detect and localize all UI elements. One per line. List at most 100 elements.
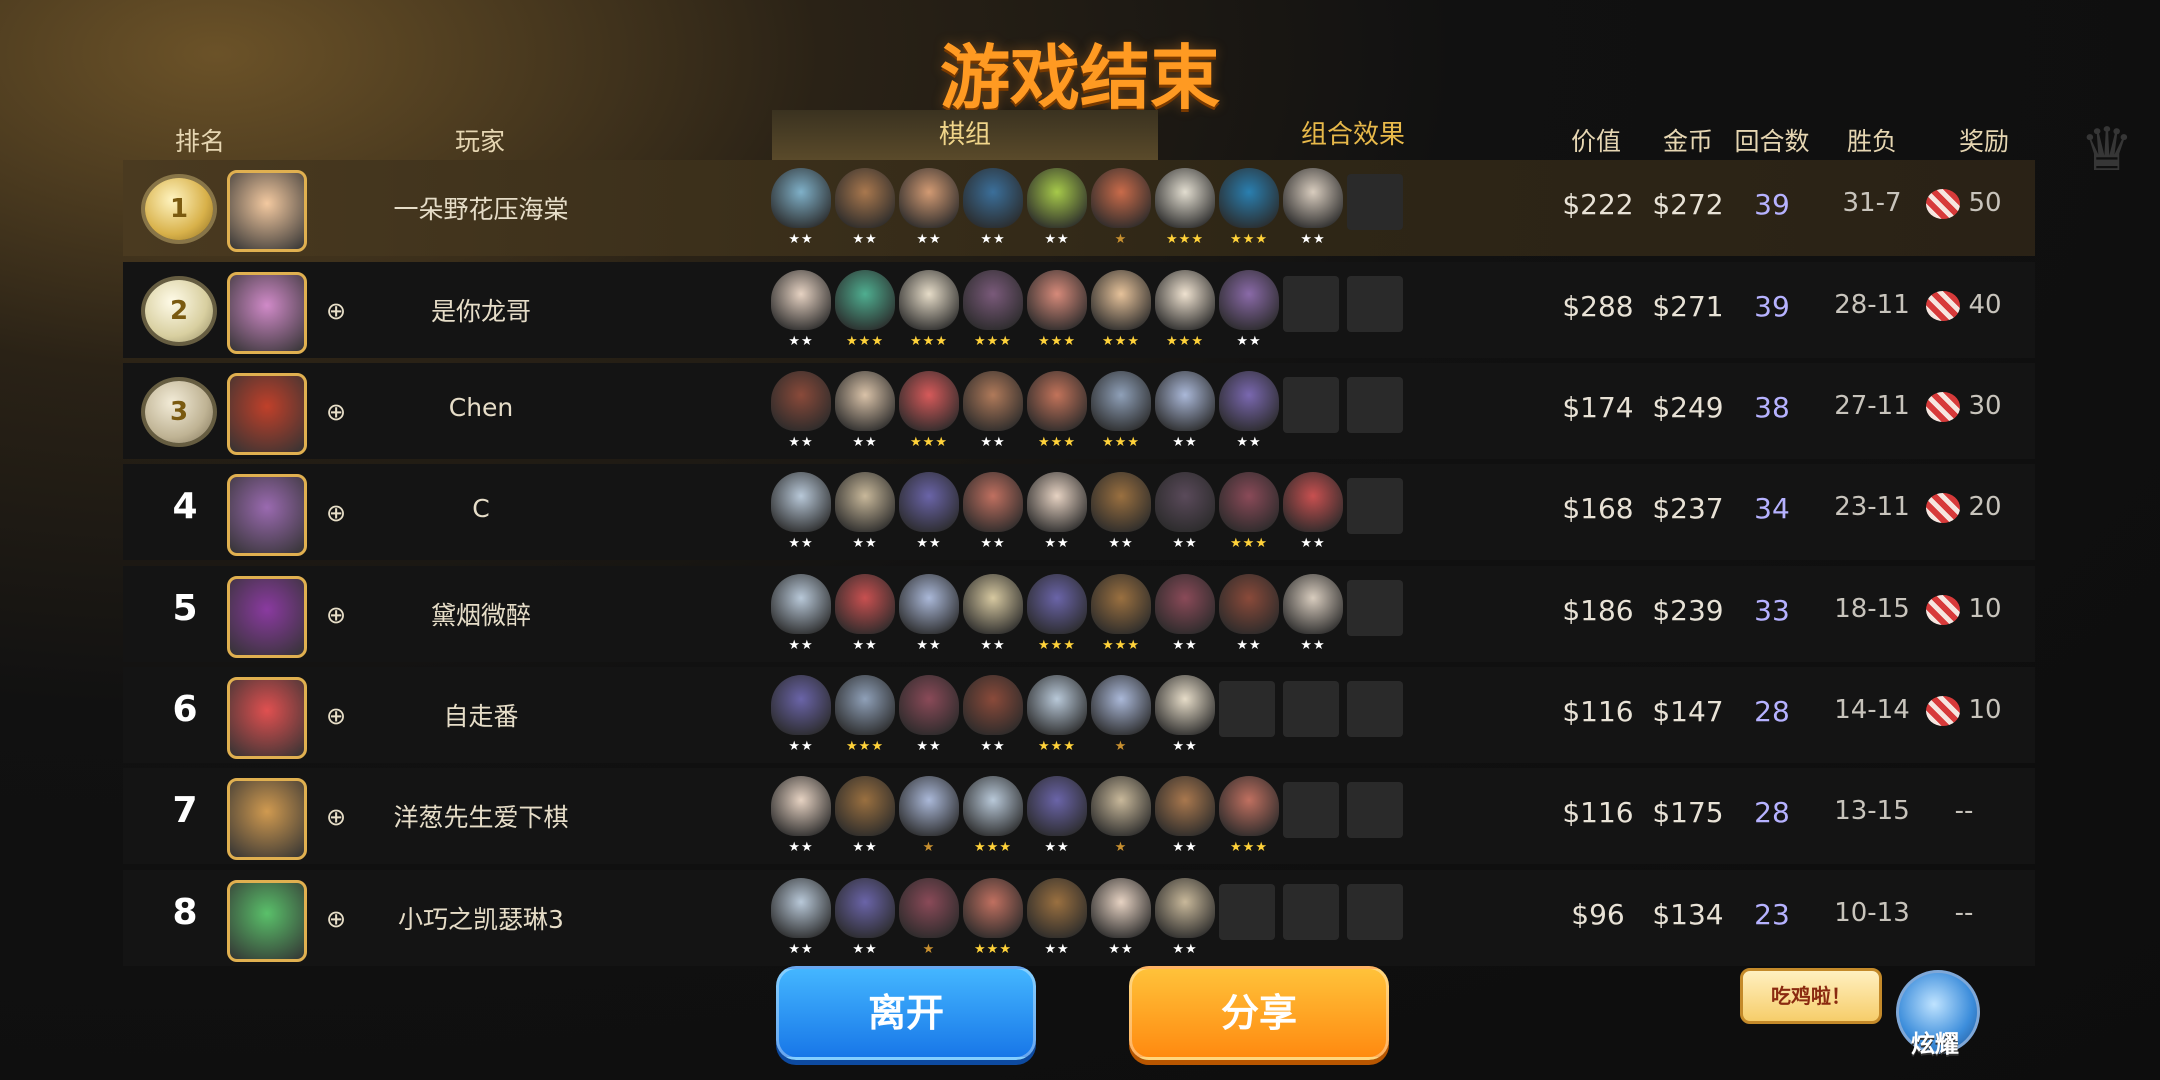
chess-unit-icon[interactable] [1091, 371, 1151, 431]
chess-unit-icon[interactable] [963, 574, 1023, 634]
chess-unit-icon[interactable] [1027, 472, 1087, 532]
chess-unit-icon[interactable] [1091, 168, 1151, 228]
chess-unit-icon[interactable] [1091, 776, 1151, 836]
chess-unit-icon[interactable] [899, 878, 959, 938]
chess-unit-icon[interactable] [1091, 270, 1151, 330]
player-row[interactable]: 1 一朵野花压海棠 ★★ ★★ ★★ ★★ ★★ ★ ★★★ ★★★ ★★ $222 $272 39 31-… [123, 160, 2035, 256]
chess-unit-icon[interactable] [1219, 270, 1279, 330]
chess-unit-icon[interactable] [1155, 574, 1215, 634]
player-avatar[interactable] [227, 474, 307, 556]
chess-unit-icon[interactable] [1219, 574, 1279, 634]
player-avatar[interactable] [227, 576, 307, 658]
chess-unit-icon[interactable] [1155, 878, 1215, 938]
chess-unit-icon[interactable] [1091, 878, 1151, 938]
star-level: ★★★ [910, 334, 948, 349]
player-row[interactable]: 5 ⊕ 黛烟微醉 ★★ ★★ ★★ ★★ ★★★ ★★★ ★★ ★★ ★★ $186 $239 33 18-1… [123, 566, 2035, 662]
chess-unit-icon[interactable] [835, 675, 895, 735]
tab-lineup[interactable]: 棋组 [772, 110, 1158, 163]
chess-unit-icon[interactable] [1155, 675, 1215, 735]
show-off-label[interactable]: 炫耀 [1896, 1024, 1974, 1059]
add-friend-icon[interactable]: ⊕ [321, 802, 351, 832]
chess-unit-icon[interactable] [771, 878, 831, 938]
star-level: ★ [1114, 232, 1128, 247]
chess-unit-icon[interactable] [1219, 776, 1279, 836]
chess-unit-icon[interactable] [1155, 270, 1215, 330]
rounds-count: 28 [1754, 796, 1790, 829]
chess-unit-icon[interactable] [899, 168, 959, 228]
chess-unit-icon[interactable] [771, 371, 831, 431]
chess-unit-icon[interactable] [1283, 574, 1343, 634]
chess-unit-icon[interactable] [1027, 776, 1087, 836]
player-row[interactable]: 8 ⊕ 小巧之凯瑟琳3 ★★ ★★ ★ ★★★ ★★ ★★ ★★ $96 $134 23 10-13 -- [123, 870, 2035, 966]
chess-unit-icon[interactable] [963, 168, 1023, 228]
chess-unit-icon[interactable] [1027, 675, 1087, 735]
add-friend-icon[interactable]: ⊕ [321, 498, 351, 528]
chess-unit-icon[interactable] [835, 168, 895, 228]
share-button[interactable]: 分享 [1129, 966, 1389, 1060]
chess-unit-icon[interactable] [1027, 371, 1087, 431]
chess-unit-icon[interactable] [1219, 371, 1279, 431]
chess-unit-icon[interactable] [963, 270, 1023, 330]
star-level: ★★ [852, 942, 878, 957]
add-friend-icon[interactable]: ⊕ [321, 397, 351, 427]
add-friend-icon[interactable]: ⊕ [321, 600, 351, 630]
chess-unit-icon[interactable] [1027, 878, 1087, 938]
chess-unit-icon[interactable] [1283, 472, 1343, 532]
add-friend-icon[interactable]: ⊕ [321, 701, 351, 731]
chess-unit-icon[interactable] [1155, 168, 1215, 228]
player-row[interactable]: 6 ⊕ 自走番 ★★ ★★★ ★★ ★★ ★★★ ★ ★★ $116 $147 28 14-14 10 [123, 667, 2035, 763]
star-level: ★★★ [974, 334, 1012, 349]
chess-unit-icon[interactable] [835, 776, 895, 836]
chess-unit-icon[interactable] [899, 574, 959, 634]
chess-unit-icon[interactable] [771, 472, 831, 532]
chess-unit-icon[interactable] [963, 776, 1023, 836]
player-row[interactable]: 7 ⊕ 洋葱先生爱下棋 ★★ ★★ ★ ★★★ ★★ ★ ★★ ★★★ $116 $175 28 13-15… [123, 768, 2035, 864]
chess-unit-icon[interactable] [1027, 270, 1087, 330]
chess-unit-icon[interactable] [835, 371, 895, 431]
chess-unit-icon[interactable] [1091, 574, 1151, 634]
chess-unit-icon[interactable] [899, 675, 959, 735]
player-row[interactable]: 3 ⊕ Chen ★★ ★★ ★★★ ★★ ★★★ ★★★ ★★ ★★ $174 $249 38 27-11… [123, 363, 2035, 459]
chess-unit-icon[interactable] [963, 472, 1023, 532]
chess-unit-icon[interactable] [771, 776, 831, 836]
chess-unit-icon[interactable] [1091, 472, 1151, 532]
chess-unit-icon[interactable] [771, 675, 831, 735]
chess-unit-icon[interactable] [963, 878, 1023, 938]
chess-unit-icon[interactable] [835, 270, 895, 330]
leave-button[interactable]: 离开 [776, 966, 1036, 1060]
chess-unit-icon[interactable] [835, 878, 895, 938]
add-friend-icon[interactable]: ⊕ [321, 904, 351, 934]
chess-unit-icon[interactable] [771, 168, 831, 228]
chess-unit-icon[interactable] [1027, 168, 1087, 228]
chess-unit-icon[interactable] [835, 472, 895, 532]
player-avatar[interactable] [227, 373, 307, 455]
chess-unit-icon[interactable] [963, 675, 1023, 735]
chess-unit-icon[interactable] [1219, 168, 1279, 228]
chess-unit-icon[interactable] [1155, 776, 1215, 836]
chess-unit-icon[interactable] [1155, 371, 1215, 431]
player-row[interactable]: 4 ⊕ C ★★ ★★ ★★ ★★ ★★ ★★ ★★ ★★★ ★★ $168 $237 34 23-11 20 [123, 464, 2035, 560]
star-level: ★★ [1172, 942, 1198, 957]
chess-unit-icon[interactable] [1219, 472, 1279, 532]
player-avatar[interactable] [227, 170, 307, 252]
chess-unit-icon[interactable] [899, 270, 959, 330]
chess-unit-icon[interactable] [835, 574, 895, 634]
player-avatar[interactable] [227, 880, 307, 962]
chess-unit-icon[interactable] [1027, 574, 1087, 634]
chess-unit-icon[interactable] [771, 574, 831, 634]
rounds-count: 33 [1754, 594, 1790, 627]
player-avatar[interactable] [227, 677, 307, 759]
chess-unit-icon[interactable] [899, 472, 959, 532]
tab-combo-effects[interactable]: 组合效果 [1160, 110, 1546, 160]
chess-unit-icon[interactable] [963, 371, 1023, 431]
chess-unit-icon[interactable] [1283, 168, 1343, 228]
chess-unit-icon[interactable] [771, 270, 831, 330]
chess-unit-icon[interactable] [899, 776, 959, 836]
add-friend-icon[interactable]: ⊕ [321, 296, 351, 326]
chess-unit-icon[interactable] [1155, 472, 1215, 532]
chess-unit-icon[interactable] [1091, 675, 1151, 735]
chess-unit-icon[interactable] [899, 371, 959, 431]
player-avatar[interactable] [227, 272, 307, 354]
player-row[interactable]: 2 ⊕ 是你龙哥 ★★ ★★★ ★★★ ★★★ ★★★ ★★★ ★★★ ★★ $288 $271 39 28… [123, 262, 2035, 358]
player-avatar[interactable] [227, 778, 307, 860]
